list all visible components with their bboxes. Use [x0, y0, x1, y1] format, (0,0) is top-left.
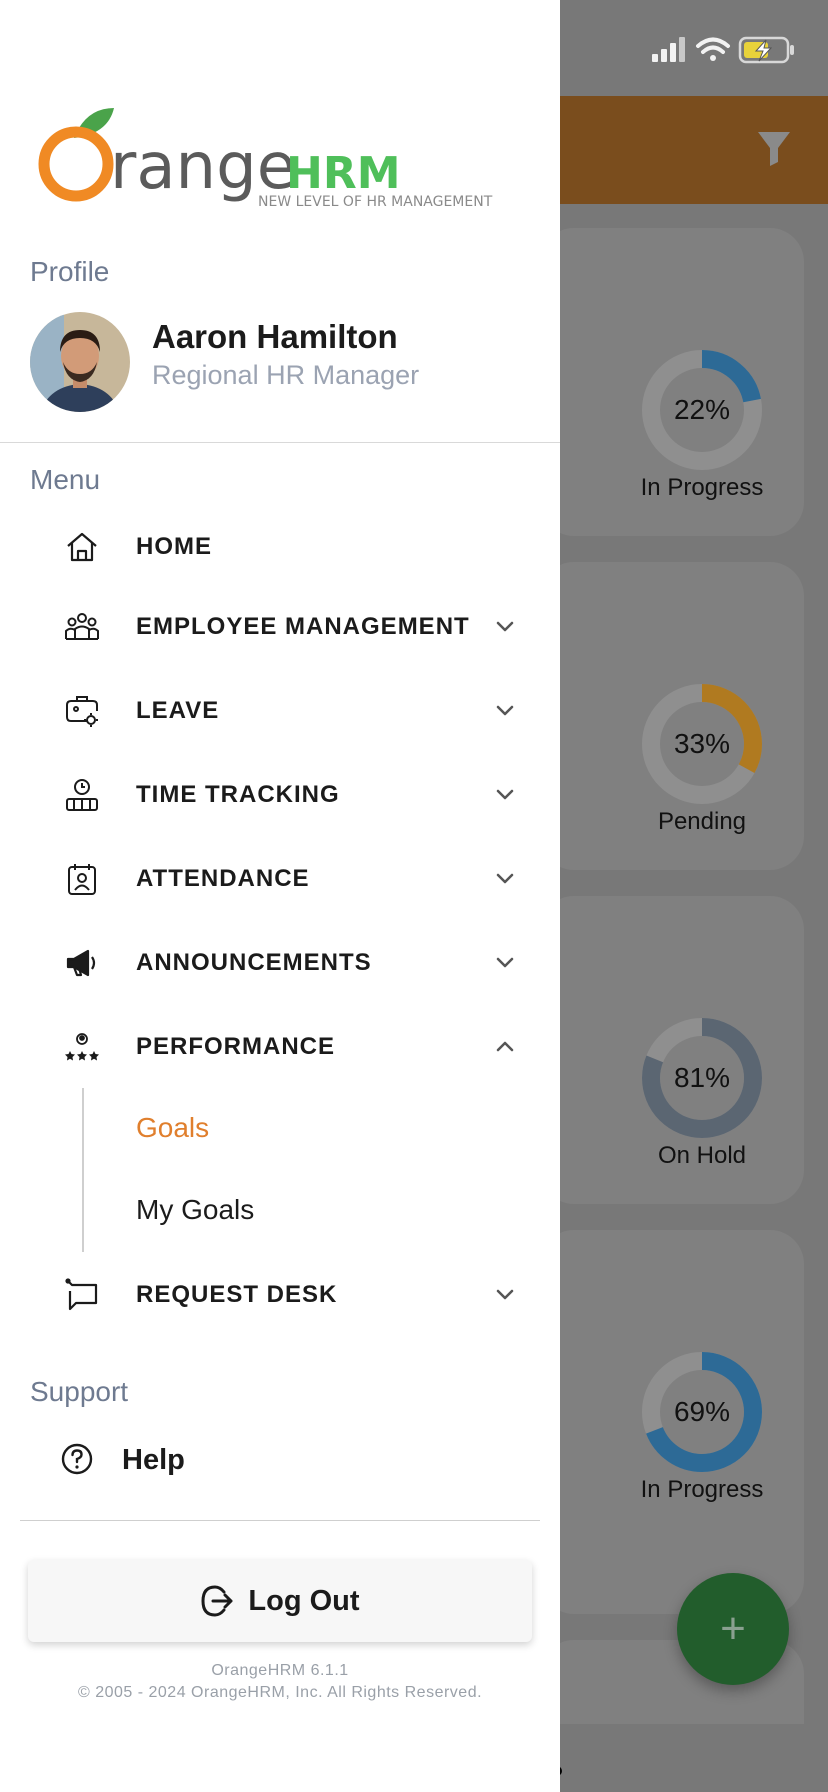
progress-donut: 81%	[640, 1016, 764, 1140]
menu-item-label: LEAVE	[136, 697, 220, 724]
project-card[interactable]: 81% On Hold	[540, 896, 804, 1204]
status-label: On Hold	[657, 1142, 747, 1169]
support-section-title: Support	[30, 1376, 129, 1407]
performance-icon	[65, 1033, 99, 1061]
user-name: Aaron Hamilton	[152, 318, 398, 355]
help-icon	[61, 1443, 93, 1475]
logout-button[interactable]: Log Out	[28, 1560, 532, 1642]
submenu-item-goals[interactable]: Goals	[136, 1112, 209, 1144]
status-label: In Progress	[640, 1476, 764, 1503]
chevron-down-icon[interactable]	[490, 952, 520, 974]
menu-item-label: REQUEST DESK	[136, 1281, 338, 1308]
progress-donut: 22%	[640, 348, 764, 472]
megaphone-icon	[66, 949, 96, 977]
menu-item-label: TIME TRACKING	[136, 781, 340, 808]
menu-item-attendance[interactable]: ATTENDANCE	[0, 844, 560, 914]
footer-copyright: © 2005 - 2024 OrangeHRM, Inc. All Rights…	[77, 1684, 483, 1701]
menu-item-performance[interactable]: PERFORMANCE	[0, 1012, 560, 1082]
chevron-down-icon[interactable]	[490, 784, 520, 806]
progress-donut: 69%	[640, 1350, 764, 1474]
chevron-down-icon[interactable]	[490, 616, 520, 638]
help-label: Help	[122, 1444, 185, 1476]
orangehrm-logo: range HRM NEW LEVEL OF HR MANAGEMENT	[38, 108, 493, 210]
help-item[interactable]: Help	[0, 1428, 560, 1492]
add-button[interactable]: +	[677, 1573, 789, 1685]
footer-version: OrangeHRM 6.1.1	[211, 1662, 349, 1679]
svg-text:range: range	[110, 130, 296, 204]
chevron-up-icon[interactable]	[490, 1036, 520, 1058]
signal-icon	[652, 37, 685, 62]
filter-icon[interactable]	[756, 128, 792, 168]
chevron-down-icon[interactable]	[490, 1284, 520, 1306]
status-label: In Progress	[640, 474, 764, 501]
menu-item-leave[interactable]: LEAVE	[0, 676, 560, 746]
project-card[interactable]: 69% In Progress	[540, 1230, 804, 1614]
user-role: Regional HR Manager	[152, 360, 420, 390]
divider	[0, 442, 560, 443]
attendance-icon	[68, 864, 96, 895]
divider	[20, 1520, 540, 1521]
submenu-guide-line	[82, 1088, 84, 1252]
status-label: Pending	[657, 808, 747, 835]
submenu-item-my-goals[interactable]: My Goals	[136, 1194, 254, 1226]
menu-item-time-tracking[interactable]: TIME TRACKING	[0, 760, 560, 830]
menu-item-announcements[interactable]: ANNOUNCEMENTS	[0, 928, 560, 998]
home-icon	[67, 532, 97, 562]
menu-item-label: HOME	[136, 533, 212, 560]
logout-icon	[201, 1585, 233, 1617]
donut-percent: 81%	[673, 1062, 731, 1093]
wifi-icon	[696, 37, 730, 61]
logout-label: Log Out	[248, 1584, 360, 1617]
menu-item-label: EMPLOYEE MANAGEMENT	[136, 613, 470, 640]
battery-icon	[738, 36, 794, 64]
project-card[interactable]: 22% In Progress	[540, 228, 804, 536]
avatar[interactable]	[30, 312, 130, 412]
navigation-drawer: range HRM NEW LEVEL OF HR MANAGEMENT Pro…	[0, 0, 560, 1792]
donut-percent: 22%	[673, 394, 731, 425]
leave-icon	[66, 696, 98, 727]
menu-section-title: Menu	[30, 464, 101, 495]
menu-item-label: ATTENDANCE	[136, 865, 310, 892]
menu-item-request-desk[interactable]: REQUEST DESK	[0, 1260, 560, 1330]
chevron-down-icon[interactable]	[490, 868, 520, 890]
status-bar-icons	[652, 36, 794, 64]
chevron-down-icon[interactable]	[490, 700, 520, 722]
donut-percent: 69%	[673, 1396, 731, 1427]
time-tracking-icon	[66, 779, 98, 811]
menu-item-label: PERFORMANCE	[136, 1033, 336, 1060]
project-card[interactable]: 33% Pending	[540, 562, 804, 870]
svg-text:HRM: HRM	[286, 148, 401, 199]
menu-item-employee-management[interactable]: EMPLOYEE MANAGEMENT	[0, 592, 560, 662]
people-group-icon	[65, 613, 99, 640]
request-desk-icon	[65, 1278, 98, 1311]
svg-text:NEW LEVEL OF HR MANAGEMENT: NEW LEVEL OF HR MANAGEMENT	[258, 194, 493, 210]
donut-percent: 33%	[673, 728, 731, 759]
profile-section-title: Profile	[30, 256, 110, 287]
menu-item-home[interactable]: HOME	[0, 512, 560, 582]
progress-donut: 33%	[640, 682, 764, 806]
menu-item-label: ANNOUNCEMENTS	[136, 949, 372, 976]
